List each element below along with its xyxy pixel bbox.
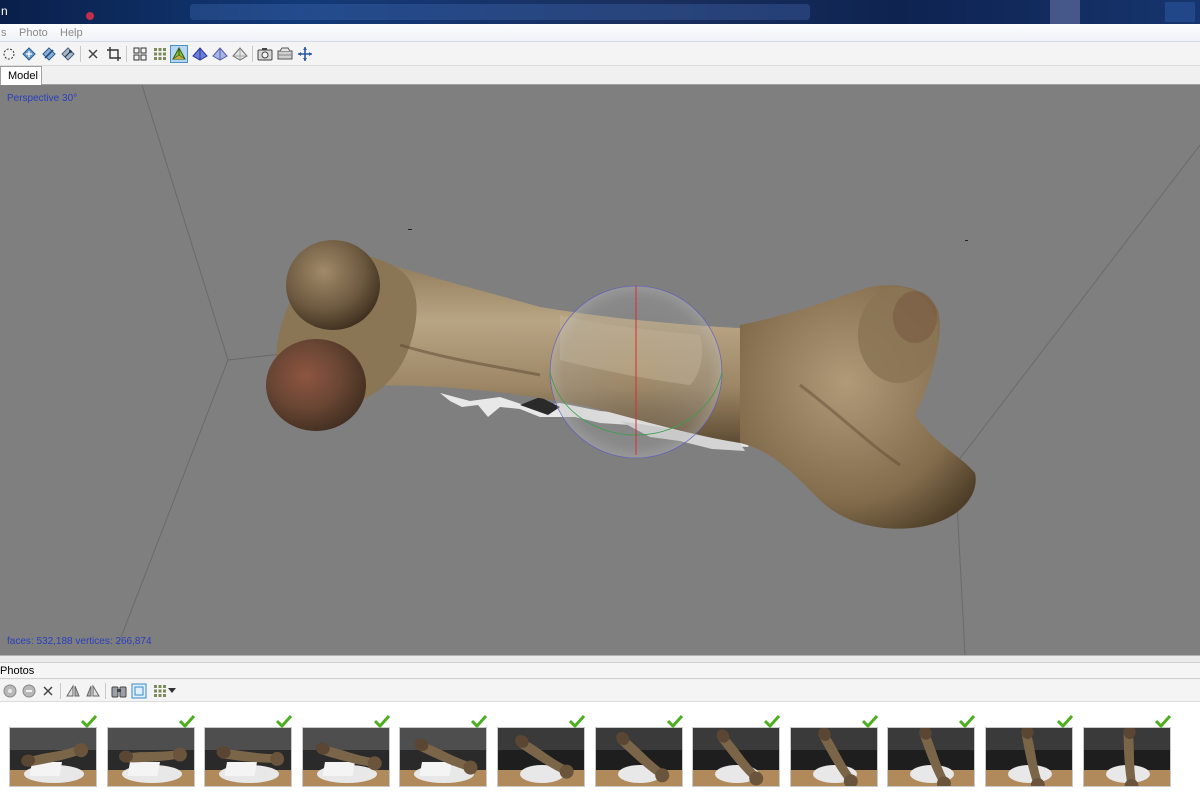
menu-item-help[interactable]: Help <box>60 27 83 39</box>
toolbar-separator <box>252 46 253 62</box>
aligned-check-icon <box>1056 714 1074 729</box>
wireframe-model-icon[interactable] <box>231 45 249 63</box>
menu-item-photo[interactable]: Photo <box>19 27 48 39</box>
model-stats-label: faces: 532,188 vertices: 266,874 <box>7 636 152 647</box>
pane-splitter[interactable] <box>0 655 1200 663</box>
menu-bar: s Photo Help <box>0 24 1200 42</box>
delete-icon[interactable] <box>84 45 102 63</box>
aligned-check-icon <box>568 714 586 729</box>
photo-preview <box>205 728 291 786</box>
solid-model-icon[interactable] <box>211 45 229 63</box>
enable-camera-icon[interactable] <box>1 682 19 700</box>
aligned-check-icon <box>178 714 196 729</box>
crop-icon[interactable] <box>105 45 123 63</box>
toolbar-separator <box>105 683 106 699</box>
remove-camera-icon[interactable] <box>39 682 57 700</box>
camera-icon[interactable] <box>256 45 274 63</box>
view-tab-strip: Model <box>0 66 1200 85</box>
title-bar: n <box>0 0 1200 24</box>
toolbar-separator <box>60 683 61 699</box>
photo-preview <box>10 728 96 786</box>
photo-thumbnail[interactable] <box>204 727 292 787</box>
model-viewport[interactable]: Perspective 30° faces: 532,188 vertices:… <box>0 85 1200 655</box>
photo-preview <box>498 728 584 786</box>
show-region-icon[interactable] <box>276 45 294 63</box>
photo-thumbnail[interactable] <box>985 727 1073 787</box>
rotate-model-icon[interactable] <box>20 45 38 63</box>
aligned-check-icon <box>666 714 684 729</box>
photos-thumbnail-area <box>0 702 1200 800</box>
resize-region-icon[interactable] <box>59 45 77 63</box>
toolbar-separator <box>80 46 81 62</box>
rotate-right-icon[interactable] <box>84 682 102 700</box>
aligned-check-icon <box>470 714 488 729</box>
photos-panel-header: Photos <box>0 663 1200 679</box>
aligned-check-icon <box>373 714 391 729</box>
toolbar-separator <box>126 46 127 62</box>
disable-camera-icon[interactable] <box>20 682 38 700</box>
photo-preview <box>791 728 877 786</box>
photo-thumbnail[interactable] <box>497 727 585 787</box>
lasso-select-icon[interactable] <box>0 45 18 63</box>
photo-thumbnail[interactable] <box>790 727 878 787</box>
aligned-check-icon <box>275 714 293 729</box>
title-bar-background <box>190 4 810 20</box>
aligned-check-icon <box>80 714 98 729</box>
model-render <box>117 85 1200 655</box>
photo-thumbnail[interactable] <box>9 727 97 787</box>
title-bar-background <box>1165 2 1195 22</box>
main-toolbar <box>0 42 1200 66</box>
select-masks-icon[interactable] <box>130 682 148 700</box>
photo-preview <box>108 728 194 786</box>
shaded-model-icon[interactable] <box>191 45 209 63</box>
photo-preview <box>596 728 682 786</box>
aligned-check-icon <box>861 714 879 729</box>
rotate-left-icon[interactable] <box>64 682 82 700</box>
projection-label: Perspective 30° <box>7 93 78 104</box>
photo-thumbnail[interactable] <box>595 727 683 787</box>
textured-model-icon[interactable] <box>170 45 188 63</box>
photo-thumbnail[interactable] <box>399 727 487 787</box>
show-thumbnails-icon[interactable] <box>151 45 169 63</box>
photo-preview <box>888 728 974 786</box>
photo-thumbnail[interactable] <box>692 727 780 787</box>
window-title: n <box>1 4 8 18</box>
photos-panel-title: Photos <box>0 665 35 677</box>
rotate-points-icon[interactable] <box>40 45 58 63</box>
photo-thumbnail[interactable] <box>1083 727 1171 787</box>
aligned-check-icon <box>1154 714 1172 729</box>
photo-preview <box>303 728 389 786</box>
photo-thumbnail[interactable] <box>107 727 195 787</box>
taskbar-icon <box>86 12 94 20</box>
tab-model[interactable]: Model <box>0 66 42 85</box>
photo-preview <box>400 728 486 786</box>
binoculars-icon[interactable] <box>110 682 128 700</box>
title-bar-background <box>1050 0 1080 24</box>
photo-thumbnail[interactable] <box>302 727 390 787</box>
photos-toolbar <box>0 680 1200 702</box>
aligned-check-icon <box>763 714 781 729</box>
photo-thumbnail[interactable] <box>887 727 975 787</box>
photo-preview <box>1084 728 1170 786</box>
navigation-icon[interactable] <box>296 45 314 63</box>
aligned-check-icon <box>958 714 976 729</box>
photo-preview <box>693 728 779 786</box>
menu-item-tools[interactable]: s <box>1 27 7 39</box>
dropdown-arrow-icon[interactable] <box>166 682 178 700</box>
show-cameras-icon[interactable] <box>131 45 149 63</box>
photo-preview <box>986 728 1072 786</box>
